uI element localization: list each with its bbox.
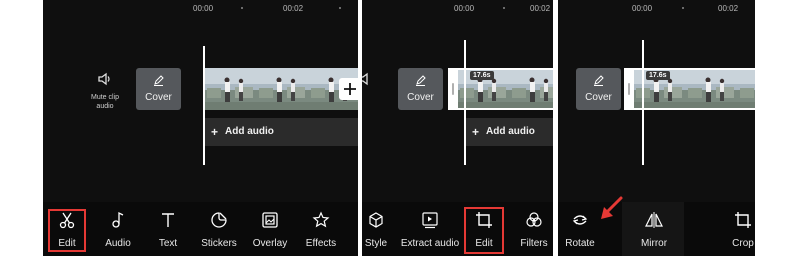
tool-label: Style: [364, 238, 388, 249]
sticker-icon: [211, 212, 227, 228]
tool-label: Effects: [305, 238, 337, 249]
tool-filters[interactable]: Filters: [512, 205, 553, 253]
ruler-time-0: 00:00: [193, 4, 214, 13]
add-audio-button[interactable]: + Add audio: [466, 118, 553, 146]
tool-rotate[interactable]: Rotate: [560, 205, 600, 253]
video-clip-track[interactable]: [205, 68, 358, 110]
tool-label: Overlay: [252, 238, 288, 249]
clip-frame: [738, 70, 755, 108]
cover-label: Cover: [585, 92, 612, 103]
tool-label: Mirror: [640, 238, 668, 249]
tool-label: Extract audio: [400, 238, 460, 249]
speaker-icon: [98, 72, 110, 86]
plus-icon: [344, 83, 356, 95]
cover-button[interactable]: Cover: [576, 68, 621, 110]
mute-label-line2: audio: [96, 103, 114, 110]
tool-style[interactable]: Style: [362, 205, 390, 253]
tool-label: Filters: [520, 238, 548, 249]
speaker-icon: [362, 72, 368, 86]
highlight-box: [48, 209, 86, 252]
playhead[interactable]: [464, 40, 466, 165]
ruler-time-0: 00:00: [632, 4, 653, 13]
clip-frame: [686, 70, 738, 108]
ruler-time-1: 00:02: [283, 4, 304, 13]
pencil-icon: [416, 75, 426, 86]
ruler-dot: [241, 7, 243, 9]
tool-effects[interactable]: Effects: [299, 205, 343, 253]
ruler-dot: [682, 7, 684, 9]
tool-label: Audio: [105, 238, 131, 249]
rotate-icon: [572, 215, 588, 225]
playhead[interactable]: [642, 40, 644, 165]
text-icon: [162, 213, 174, 227]
overlay-icon: [262, 212, 278, 228]
tool-audio[interactable]: Audio: [98, 205, 138, 253]
ruler-time-1: 00:02: [718, 4, 739, 13]
plus-icon: +: [211, 125, 219, 139]
panel-1-edit-menu: 00:00 00:02 Mute clip audio Cover + Add …: [43, 0, 358, 256]
clip-trim-handle-left[interactable]: [448, 68, 458, 110]
music-note-icon: [112, 211, 124, 228]
crop-icon: [735, 212, 751, 228]
cube-icon: [369, 212, 383, 228]
pencil-icon: [594, 75, 604, 86]
extract-audio-icon: [422, 212, 438, 229]
clip-frame: [257, 68, 309, 110]
tool-label: Crop: [732, 238, 754, 249]
effects-icon: [312, 211, 330, 228]
tool-label: Rotate: [565, 238, 595, 249]
tool-stickers[interactable]: Stickers: [196, 205, 242, 253]
clip-duration-badge: 17.6s: [470, 71, 494, 80]
pencil-icon: [154, 75, 164, 86]
tool-text[interactable]: Text: [148, 205, 188, 253]
filters-icon: [526, 212, 542, 227]
add-clip-button[interactable]: [339, 78, 358, 100]
cover-button[interactable]: Cover: [398, 68, 443, 110]
cover-button[interactable]: Cover: [136, 68, 181, 110]
tool-overlay[interactable]: Overlay: [248, 205, 292, 253]
clip-frame: [510, 70, 553, 108]
mute-clip-audio-button[interactable]: Mute clip audio: [85, 72, 125, 116]
ruler-time-0: 00:00: [454, 4, 475, 13]
panel-3-edit-submenu: 00:00 00:02 Cover 17.6s Rotate Mirror Cr…: [558, 0, 755, 256]
highlight-box: [464, 207, 504, 254]
clip-trim-handle-left[interactable]: [624, 68, 634, 110]
tool-mirror[interactable]: Mirror: [637, 205, 671, 253]
add-audio-label: Add audio: [486, 126, 535, 137]
cover-label: Cover: [145, 92, 172, 103]
ruler-time-1: 00:02: [530, 4, 551, 13]
playhead[interactable]: [203, 46, 205, 165]
ruler-dot: [339, 7, 341, 9]
tool-crop[interactable]: Crop: [728, 205, 755, 253]
cover-label: Cover: [407, 92, 434, 103]
tool-label: Stickers: [201, 238, 237, 249]
add-audio-label: Add audio: [225, 126, 274, 137]
tool-label: Text: [158, 238, 178, 249]
clip-duration-badge: 17.6s: [646, 71, 670, 80]
mirror-icon: [645, 212, 663, 228]
clip-frame: [205, 68, 257, 110]
add-audio-button[interactable]: + Add audio: [205, 118, 358, 146]
plus-icon: +: [472, 125, 480, 139]
mute-label-line1: Mute clip: [90, 94, 119, 101]
panel-2-clip-tools: 00:00 00:02 Cover 17.6s + Add audio Styl…: [362, 0, 553, 256]
ruler-dot: [503, 7, 505, 9]
tool-extract-audio[interactable]: Extract audio: [400, 205, 460, 253]
